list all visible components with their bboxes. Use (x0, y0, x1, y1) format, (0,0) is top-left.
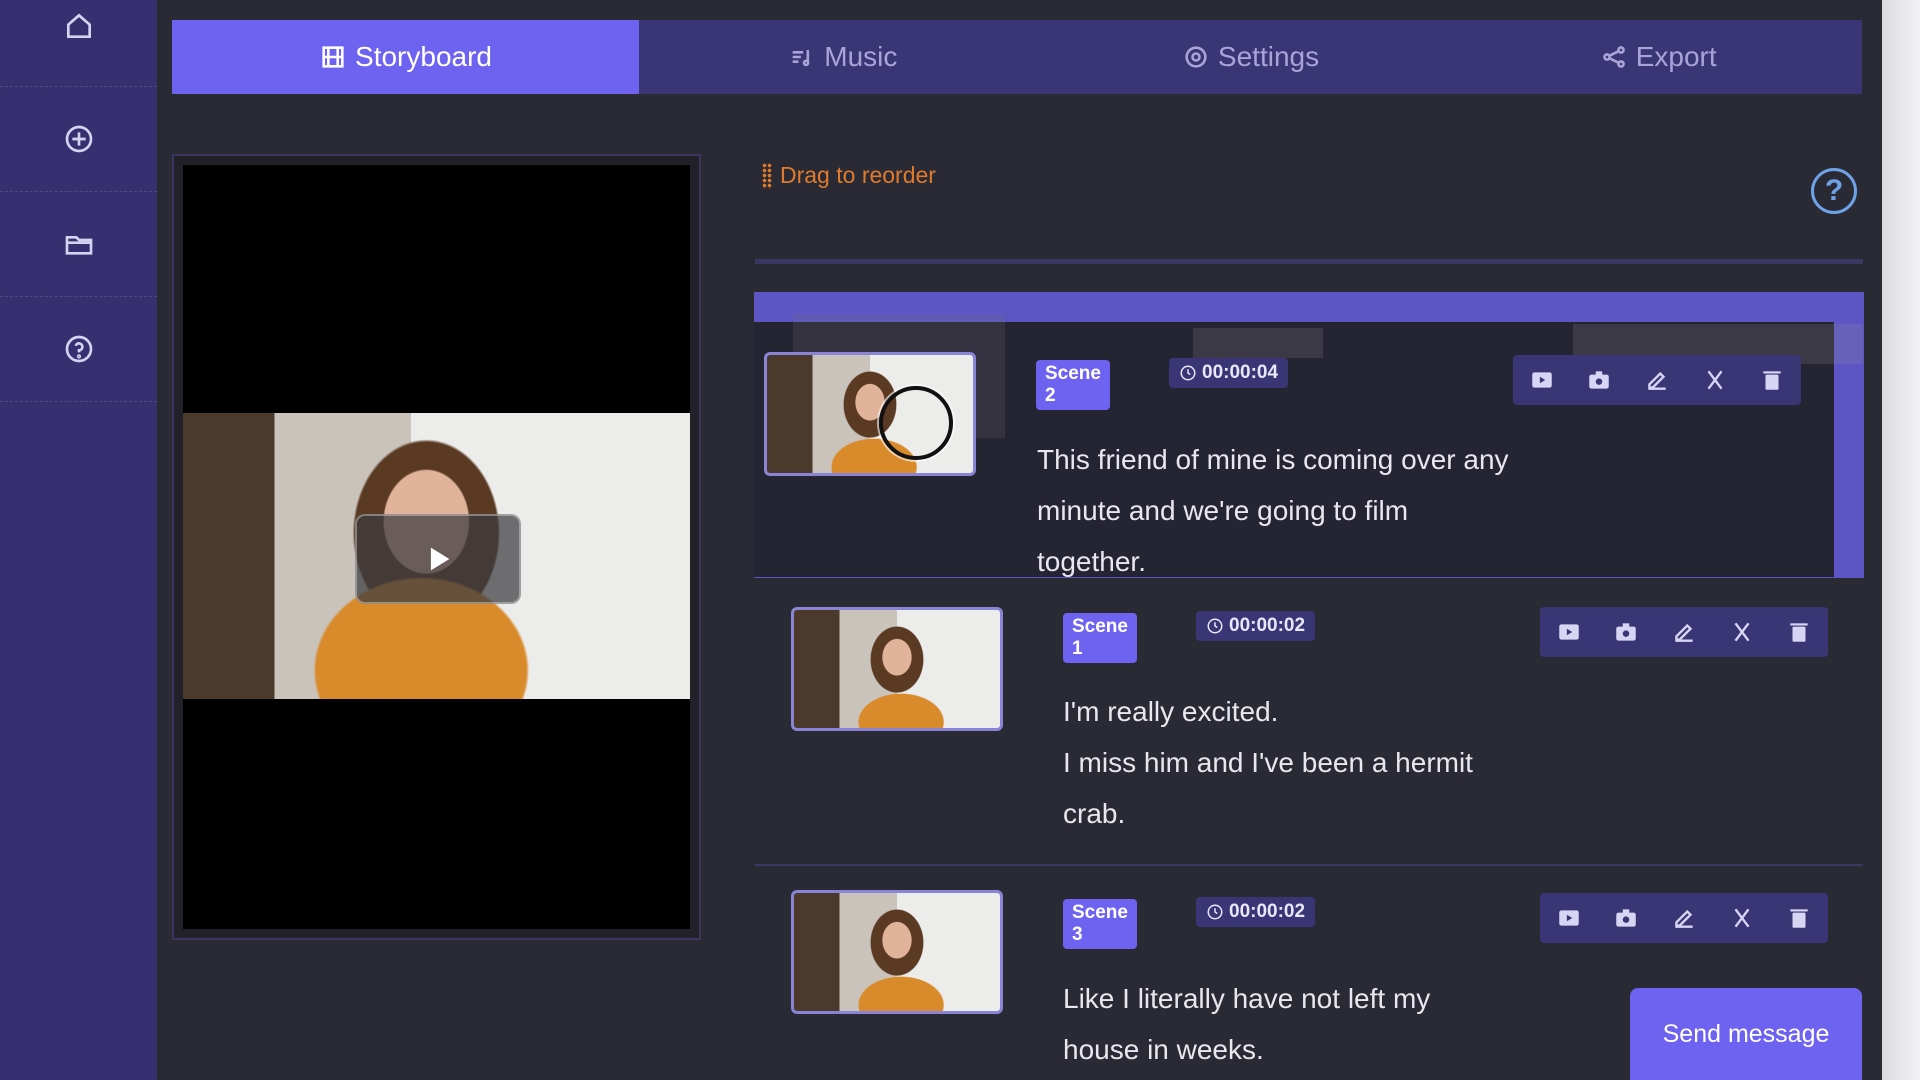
preview-icon (1559, 910, 1579, 926)
scene-duration-value: 00:00:02 (1229, 901, 1306, 922)
scene-actions-toolbar (1540, 893, 1828, 943)
preview-icon (1532, 372, 1552, 388)
tab-storyboard-label: Storyboard (355, 41, 492, 72)
record-icon (1589, 371, 1610, 389)
clock-icon (1180, 365, 1196, 381)
folder-icon (63, 228, 95, 260)
scene-label: Scene 3 (1063, 899, 1137, 949)
drag-grip-icon (762, 162, 772, 189)
tab-export[interactable]: Export (1454, 20, 1862, 94)
scene-script-line: I'm really excited. (1063, 696, 1279, 727)
scene-duration[interactable]: 00:00:04 (1169, 358, 1289, 388)
scene-script-line: house in weeks. (1063, 1034, 1264, 1065)
tab-music-label: Music (824, 41, 898, 72)
scene-label: Scene 2 (1036, 360, 1110, 410)
scene-actions-toolbar (1540, 607, 1828, 657)
add-circle-icon (63, 123, 95, 155)
send-message-label: Send message (1662, 1019, 1830, 1048)
drag-hint-text: Drag to reorder (780, 162, 936, 188)
app-window: Storyboard Music Settings Export Drag to… (0, 0, 1920, 1080)
scene-actions-toolbar (1513, 355, 1801, 405)
clock-icon (1207, 618, 1223, 634)
cut-icon (1707, 370, 1723, 390)
scene-script-text[interactable]: This friend of mine is coming over any m… (1037, 434, 1597, 587)
gear-icon (1185, 46, 1207, 68)
clock-icon (1207, 904, 1223, 920)
edit-scene-button[interactable] (1669, 617, 1699, 647)
cut-icon (1734, 622, 1750, 642)
video-preview-panel (172, 154, 701, 940)
edit-icon (1675, 909, 1693, 928)
record-icon (1616, 909, 1637, 927)
cut-scene-button[interactable] (1700, 365, 1730, 395)
help-button[interactable]: ? (1811, 168, 1857, 214)
preview-icon (1559, 624, 1579, 640)
sidebar-item-help[interactable] (0, 297, 157, 402)
scene-thumbnail[interactable] (791, 607, 1003, 731)
scene-script-line: I miss him and I've been a hermit (1063, 747, 1473, 778)
sidebar-item-new-project[interactable] (0, 87, 157, 192)
preview-scene-button[interactable] (1527, 365, 1557, 395)
scene-script-line: Like I literally have not left my (1063, 983, 1431, 1014)
divider (755, 864, 1863, 866)
scene-script-line: minute and we're going to film (1037, 495, 1409, 526)
delete-icon (1790, 909, 1808, 928)
tab-music[interactable]: Music (639, 20, 1047, 94)
record-scene-button[interactable] (1611, 903, 1641, 933)
scene-script-line: This friend of mine is coming over any (1037, 444, 1509, 475)
video-player[interactable] (183, 165, 690, 929)
send-message-button[interactable]: Send message (1630, 988, 1862, 1080)
scene-script-line: crab. (1063, 798, 1126, 829)
window-edge (1882, 0, 1920, 1080)
delete-icon (1763, 371, 1781, 390)
delete-scene-button[interactable] (1757, 365, 1787, 395)
delete-scene-button[interactable] (1784, 903, 1814, 933)
scene-duration-value: 00:00:04 (1202, 362, 1279, 383)
scene-script-text[interactable]: I'm really excited. I miss him and I've … (1063, 686, 1623, 839)
drag-to-reorder-hint: Drag to reorder (762, 162, 936, 189)
play-button[interactable] (355, 514, 521, 604)
play-icon (430, 547, 450, 571)
scene-duration[interactable]: 00:00:02 (1196, 611, 1316, 641)
scene-label: Scene 1 (1063, 613, 1137, 663)
edit-scene-button[interactable] (1642, 365, 1672, 395)
tab-settings[interactable]: Settings (1047, 20, 1455, 94)
record-scene-button[interactable] (1584, 365, 1614, 395)
drag-cursor (879, 386, 953, 460)
video-frame-image (183, 413, 690, 699)
film-icon (322, 46, 344, 68)
scene-thumbnail[interactable] (791, 890, 1003, 1014)
edit-scene-button[interactable] (1669, 903, 1699, 933)
help-button-label: ? (1824, 174, 1844, 207)
editor-tabs: Storyboard Music Settings Export (172, 20, 1862, 94)
delete-icon (1790, 623, 1808, 642)
help-circle-icon (63, 333, 95, 365)
record-icon (1616, 623, 1637, 641)
scene-script-line: together. (1037, 546, 1146, 577)
scene-duration-value: 00:00:02 (1229, 615, 1306, 636)
cut-scene-button[interactable] (1727, 617, 1757, 647)
tab-storyboard[interactable]: Storyboard (172, 20, 639, 94)
cut-scene-button[interactable] (1727, 903, 1757, 933)
left-sidebar (0, 0, 157, 1080)
editor-main: Storyboard Music Settings Export Drag to… (157, 0, 1882, 1080)
sidebar-item-projects[interactable] (0, 192, 157, 297)
edit-icon (1648, 371, 1666, 390)
divider (755, 259, 1863, 264)
preview-scene-button[interactable] (1554, 617, 1584, 647)
tab-settings-label: Settings (1217, 41, 1320, 72)
scene-script-text[interactable]: Like I literally have not left my house … (1063, 973, 1623, 1075)
tab-export-label: Export (1635, 41, 1717, 72)
music-icon (792, 50, 810, 67)
sidebar-item-home[interactable] (0, 0, 157, 87)
edit-icon (1675, 623, 1693, 642)
home-icon (63, 10, 95, 42)
share-icon (1602, 46, 1625, 68)
preview-scene-button[interactable] (1554, 903, 1584, 933)
record-scene-button[interactable] (1611, 617, 1641, 647)
scene-duration[interactable]: 00:00:02 (1196, 897, 1316, 927)
delete-scene-button[interactable] (1784, 617, 1814, 647)
cut-icon (1734, 908, 1750, 928)
